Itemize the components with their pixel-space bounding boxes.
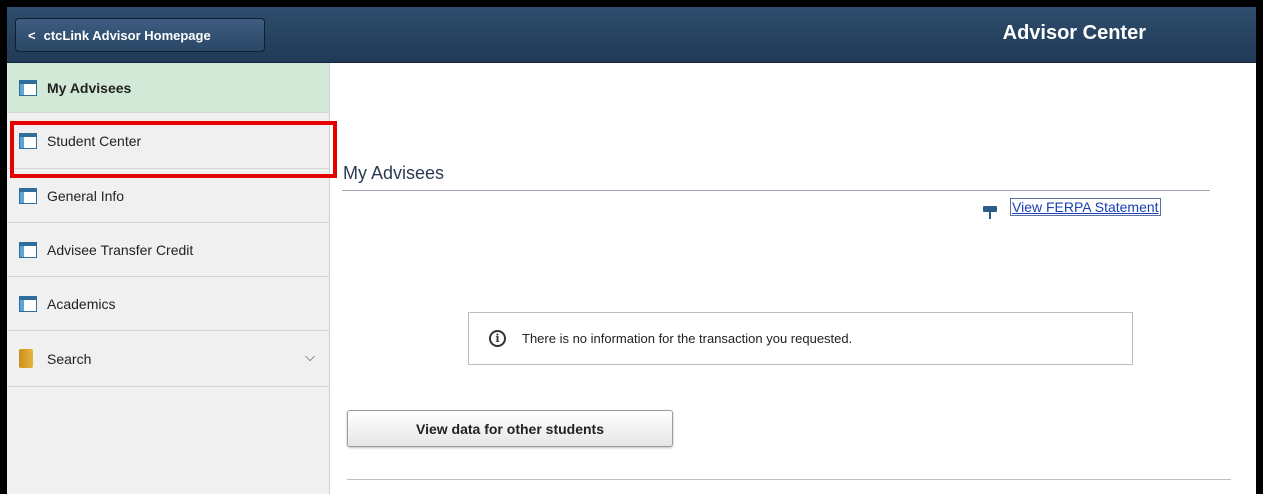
ferpa-link-group: View FERPA Statement: [982, 198, 1161, 220]
page-icon: [19, 187, 37, 204]
section-title: My Advisees: [343, 163, 445, 183]
sidebar-item-label: Advisee Transfer Credit: [47, 241, 194, 258]
view-ferpa-statement-link[interactable]: View FERPA Statement: [1010, 198, 1161, 216]
info-icon: i: [489, 330, 506, 347]
divider: [347, 479, 1231, 480]
page-icon: [19, 295, 37, 312]
page-icon: [19, 241, 37, 258]
back-button-label: ctcLink Advisor Homepage: [43, 27, 211, 43]
back-to-homepage-button[interactable]: < ctcLink Advisor Homepage: [15, 18, 265, 52]
sidebar-item-search[interactable]: Search ⌵: [7, 331, 329, 387]
divider: [342, 190, 1210, 191]
app-frame: < ctcLink Advisor Homepage Advisor Cente…: [0, 0, 1263, 494]
page-icon: [19, 79, 37, 96]
chevron-down-icon[interactable]: ⌵: [305, 349, 315, 365]
info-message-box: i There is no information for the transa…: [468, 312, 1133, 365]
signpost-icon: [982, 206, 998, 220]
folder-icon: [19, 349, 33, 368]
sidebar-item-my-advisees[interactable]: My Advisees: [7, 63, 329, 113]
sidebar-item-label: Academics: [47, 295, 116, 312]
sidebar-item-academics[interactable]: Academics: [7, 277, 329, 331]
info-message-text: There is no information for the transact…: [522, 331, 853, 346]
highlight-box: [10, 121, 337, 178]
view-other-students-button[interactable]: View data for other students: [347, 410, 673, 447]
sidebar-item-label: Search: [47, 350, 92, 367]
chevron-left-icon: <: [28, 27, 36, 43]
sidebar-item-label: General Info: [47, 187, 125, 204]
sidebar-item-label: My Advisees: [47, 79, 132, 96]
sidebar-item-advisee-transfer-credit[interactable]: Advisee Transfer Credit: [7, 223, 329, 277]
header-banner: < ctcLink Advisor Homepage Advisor Cente…: [7, 7, 1256, 63]
page-title: Advisor Center: [1002, 22, 1146, 44]
